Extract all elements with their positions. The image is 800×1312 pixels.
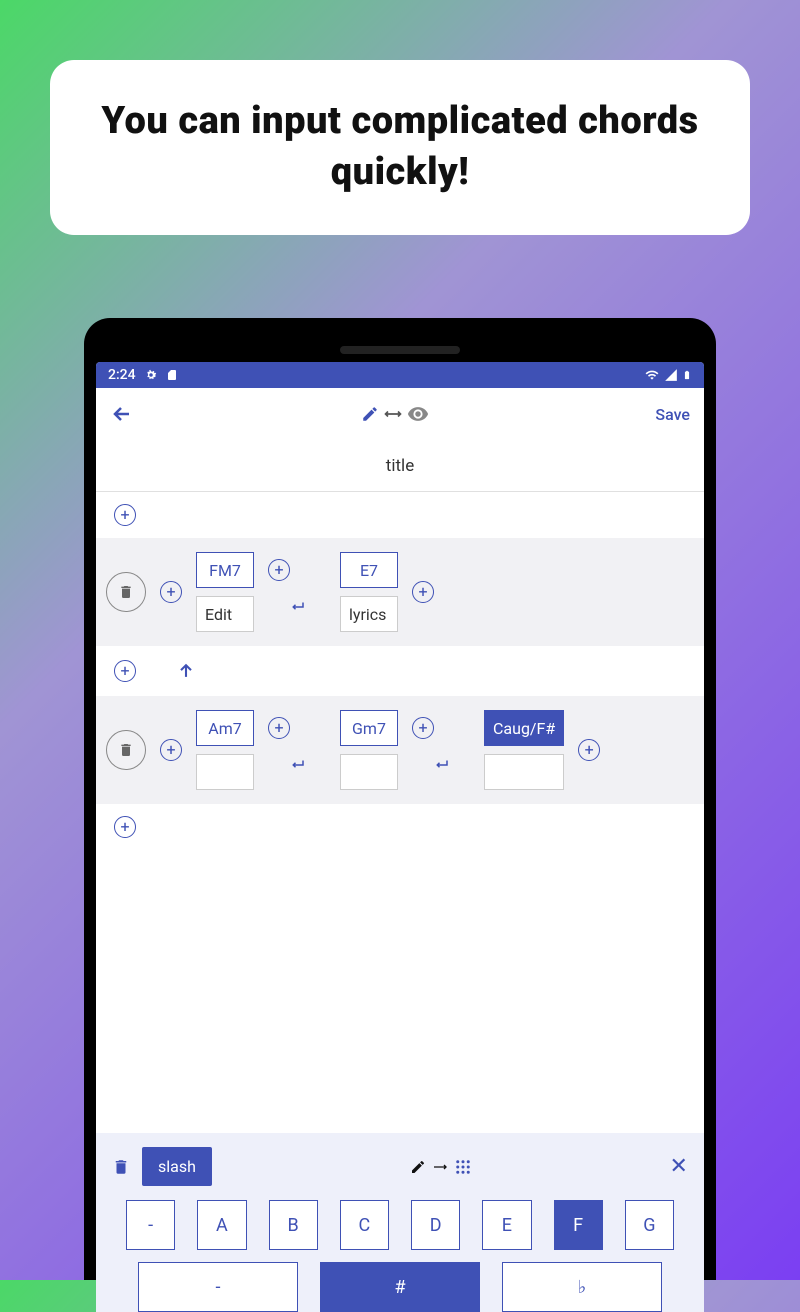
add-chord-button[interactable]: + [412, 581, 434, 603]
chord-chip-selected[interactable]: Caug/F# [484, 710, 564, 746]
key-d[interactable]: D [411, 1200, 460, 1250]
lyric-input[interactable] [196, 754, 254, 790]
settings-icon [144, 368, 158, 382]
add-chord-button[interactable]: + [578, 739, 600, 761]
keyboard-row-accidentals: - # ♭ [106, 1262, 694, 1312]
sd-card-icon [166, 368, 178, 382]
add-chord-button[interactable]: + [160, 739, 182, 761]
key-g[interactable]: G [625, 1200, 674, 1250]
add-row-button[interactable]: + [114, 660, 136, 682]
keyboard-close-button[interactable]: ✕ [670, 1154, 688, 1179]
keyboard-mode-toggle[interactable] [410, 1158, 472, 1176]
chord-chip[interactable]: Gm7 [340, 710, 398, 746]
song-title-field[interactable]: title [96, 440, 704, 492]
promo-banner: You can input complicated chords quickly… [50, 60, 750, 235]
delete-row-button[interactable] [106, 730, 146, 770]
tablet-notch [340, 346, 460, 354]
battery-icon [682, 367, 692, 383]
add-chord-button[interactable]: + [160, 581, 182, 603]
status-bar: 2:24 [96, 362, 704, 388]
row-controls: + [96, 646, 704, 696]
add-chord-button[interactable]: + [412, 717, 434, 739]
key-natural[interactable]: - [138, 1262, 298, 1312]
keyboard-delete-button[interactable] [112, 1157, 130, 1177]
wifi-icon [644, 368, 660, 382]
lyric-input[interactable]: lyrics [340, 596, 398, 632]
keyboard-row-notes: - A B C D E F G [106, 1200, 694, 1250]
chord-chip[interactable]: FM7 [196, 552, 254, 588]
key-dash[interactable]: - [126, 1200, 175, 1250]
key-f[interactable]: F [554, 1200, 603, 1250]
lyric-input[interactable] [484, 754, 564, 790]
promo-headline: You can input complicated chords quickly… [80, 96, 720, 199]
enter-icon[interactable] [268, 589, 326, 625]
app-bar: Save [96, 388, 704, 440]
key-c[interactable]: C [340, 1200, 389, 1250]
key-a[interactable]: A [197, 1200, 246, 1250]
key-e[interactable]: E [482, 1200, 531, 1250]
signal-icon [664, 368, 678, 382]
title-text: title [386, 456, 414, 476]
chord-chip[interactable]: Am7 [196, 710, 254, 746]
enter-icon[interactable] [268, 747, 326, 783]
app-screen: 2:24 [96, 362, 704, 1312]
key-flat[interactable]: ♭ [502, 1262, 662, 1312]
move-up-button[interactable] [176, 661, 196, 681]
lyric-input[interactable]: Edit [196, 596, 254, 632]
edit-preview-toggle[interactable] [361, 403, 429, 425]
chord-keyboard: slash ✕ - A B C D E F G - [96, 1133, 704, 1312]
add-row-button[interactable]: + [114, 816, 136, 838]
back-button[interactable] [110, 402, 134, 426]
add-chord-button[interactable]: + [268, 717, 290, 739]
add-chord-button[interactable]: + [268, 559, 290, 581]
chord-chip[interactable]: E7 [340, 552, 398, 588]
save-button[interactable]: Save [655, 405, 690, 424]
empty-area [96, 850, 704, 1133]
key-b[interactable]: B [269, 1200, 318, 1250]
lyric-input[interactable] [340, 754, 398, 790]
tablet-frame: 2:24 [84, 318, 716, 1280]
status-time: 2:24 [108, 367, 136, 383]
key-sharp[interactable]: # [320, 1262, 480, 1312]
slash-button[interactable]: slash [142, 1147, 212, 1186]
chord-row: + Am7 + Gm7 + Caug/F# [96, 696, 704, 804]
delete-row-button[interactable] [106, 572, 146, 612]
chord-row: + FM7 Edit + E7 lyrics + [96, 538, 704, 646]
add-row-button[interactable]: + [114, 504, 136, 526]
enter-icon[interactable] [412, 747, 470, 783]
